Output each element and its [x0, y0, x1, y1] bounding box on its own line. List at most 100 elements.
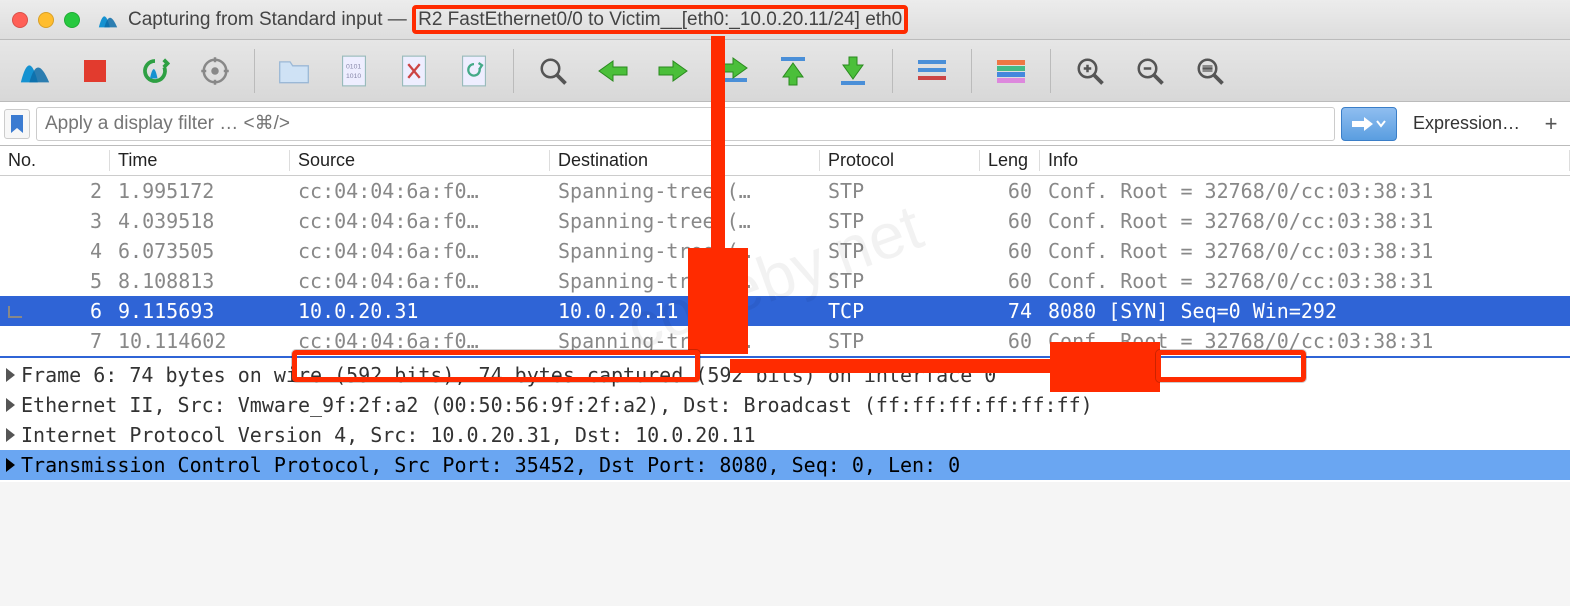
- detail-text: Internet Protocol Version 4, Src: 10.0.2…: [21, 423, 756, 447]
- packet-row[interactable]: 58.108813cc:04:04:6a:f0…Spanning-tree-(……: [0, 266, 1570, 296]
- colorize-packets-button[interactable]: [986, 46, 1036, 96]
- packet-list[interactable]: 21.995172cc:04:04:6a:f0…Spanning-tree-(……: [0, 176, 1570, 356]
- packet-row[interactable]: 21.995172cc:04:04:6a:f0…Spanning-tree-(……: [0, 176, 1570, 206]
- packet-destination: Spanning-tree-(…: [550, 239, 820, 263]
- packet-info-cell: Conf. Root = 32768/0/cc:03:38:31: [1040, 329, 1570, 353]
- packet-protocol: TCP: [820, 299, 980, 323]
- packet-destination: Spanning-tree-(…: [550, 269, 820, 293]
- packet-no: 7: [0, 329, 110, 353]
- zoom-out-button[interactable]: [1125, 46, 1175, 96]
- packet-info-cell: Conf. Root = 32768/0/cc:03:38:31: [1040, 209, 1570, 233]
- packet-time: 4.039518: [110, 209, 290, 233]
- packet-info: Conf. Root = 32768/0/cc:03:38:31: [1048, 269, 1433, 293]
- window-title: Capturing from Standard input — R2 FastE…: [128, 9, 908, 31]
- packet-info: Conf. Root = 32768/0/cc:03:38:31: [1048, 209, 1433, 233]
- find-packet-button[interactable]: [528, 46, 578, 96]
- toolbar-separator: [254, 49, 255, 93]
- packet-info-cell: Conf. Root = 32768/0/cc:03:38:31: [1040, 269, 1570, 293]
- column-protocol[interactable]: Protocol: [820, 150, 980, 171]
- column-destination[interactable]: Destination: [550, 150, 820, 171]
- column-no[interactable]: No.: [0, 150, 110, 171]
- packet-protocol: STP: [820, 239, 980, 263]
- packet-length: 60: [980, 269, 1040, 293]
- close-file-button[interactable]: [389, 46, 439, 96]
- packet-length: 60: [980, 329, 1040, 353]
- column-source[interactable]: Source: [290, 150, 550, 171]
- packet-row[interactable]: 710.114602cc:04:04:6a:f0…Spanning-tree-(…: [0, 326, 1570, 356]
- svg-text:0101: 0101: [346, 63, 361, 70]
- packet-source: cc:04:04:6a:f0…: [290, 239, 550, 263]
- packet-length: 60: [980, 179, 1040, 203]
- toolbar-separator: [892, 49, 893, 93]
- column-time[interactable]: Time: [110, 150, 290, 171]
- packet-row[interactable]: 69.11569310.0.20.3110.0.20.11TCP748080 […: [0, 296, 1570, 326]
- packet-details[interactable]: Frame 6: 74 bytes on wire (592 bits), 74…: [0, 358, 1570, 482]
- jump-to-packet-button[interactable]: [708, 46, 758, 96]
- go-forward-button[interactable]: [648, 46, 698, 96]
- save-file-button[interactable]: 01011010: [329, 46, 379, 96]
- packet-list-header: No. Time Source Destination Protocol Len…: [0, 146, 1570, 176]
- detail-frame[interactable]: Frame 6: 74 bytes on wire (592 bits), 74…: [0, 360, 1570, 390]
- detail-text: Transmission Control Protocol, Src Port:…: [21, 453, 960, 477]
- toolbar-separator: [1050, 49, 1051, 93]
- packet-destination: Spanning-tree-(…: [550, 209, 820, 233]
- packet-info-rest: Seq=0 Win=292: [1168, 299, 1337, 323]
- wireshark-app-icon: [96, 8, 120, 32]
- restart-capture-button[interactable]: [130, 46, 180, 96]
- packet-source: cc:04:04:6a:f0…: [290, 269, 550, 293]
- zoom-in-button[interactable]: [1065, 46, 1115, 96]
- packet-protocol: STP: [820, 269, 980, 293]
- go-first-button[interactable]: [768, 46, 818, 96]
- window-controls: [12, 12, 80, 28]
- minimize-window-button[interactable]: [38, 12, 54, 28]
- apply-filter-button[interactable]: [1341, 107, 1397, 141]
- column-info[interactable]: Info: [1040, 150, 1570, 171]
- stop-capture-button[interactable]: [70, 46, 120, 96]
- packet-destination: Spanning-tree-(…: [550, 179, 820, 203]
- go-last-button[interactable]: [828, 46, 878, 96]
- column-length[interactable]: Leng: [980, 150, 1040, 171]
- detail-text: Ethernet II, Src: Vmware_9f:2f:a2 (00:50…: [21, 393, 1093, 417]
- packet-source: cc:04:04:6a:f0…: [290, 329, 550, 353]
- packet-info-cell: Conf. Root = 32768/0/cc:03:38:31: [1040, 179, 1570, 203]
- display-filter-input[interactable]: [36, 107, 1335, 141]
- packet-length: 74: [980, 299, 1040, 323]
- packet-destination: Spanning-tree-(…: [550, 329, 820, 353]
- go-back-button[interactable]: [588, 46, 638, 96]
- packet-protocol: STP: [820, 209, 980, 233]
- toolbar-separator: [513, 49, 514, 93]
- zoom-reset-button[interactable]: [1185, 46, 1235, 96]
- packet-length: 60: [980, 209, 1040, 233]
- packet-time: 1.995172: [110, 179, 290, 203]
- filter-expression-button[interactable]: Expression…: [1403, 107, 1530, 141]
- capture-options-button[interactable]: [190, 46, 240, 96]
- packet-destination: 10.0.20.11: [550, 299, 820, 323]
- detail-ip[interactable]: Internet Protocol Version 4, Src: 10.0.2…: [0, 420, 1570, 450]
- close-window-button[interactable]: [12, 12, 28, 28]
- detail-ethernet[interactable]: Ethernet II, Src: Vmware_9f:2f:a2 (00:50…: [0, 390, 1570, 420]
- detail-tcp[interactable]: Transmission Control Protocol, Src Port:…: [0, 450, 1570, 480]
- packet-info: Conf. Root = 32768/0/cc:03:38:31: [1048, 329, 1433, 353]
- open-file-button[interactable]: [269, 46, 319, 96]
- start-capture-button[interactable]: [10, 46, 60, 96]
- title-capture-target: R2 FastEthernet0/0 to Victim__[eth0:_10.…: [412, 5, 908, 34]
- packet-no: 3: [0, 209, 110, 233]
- packet-protocol: STP: [820, 179, 980, 203]
- packet-time: 8.108813: [110, 269, 290, 293]
- packet-length: 60: [980, 239, 1040, 263]
- maximize-window-button[interactable]: [64, 12, 80, 28]
- reload-file-button[interactable]: [449, 46, 499, 96]
- packet-time: 10.114602: [110, 329, 290, 353]
- packet-no: 2: [0, 179, 110, 203]
- packet-row[interactable]: 46.073505cc:04:04:6a:f0…Spanning-tree-(……: [0, 236, 1570, 266]
- expand-icon: [6, 368, 15, 382]
- packet-row[interactable]: 34.039518cc:04:04:6a:f0…Spanning-tree-(……: [0, 206, 1570, 236]
- packet-protocol: STP: [820, 329, 980, 353]
- packet-info: Conf. Root = 32768/0/cc:03:38:31: [1048, 179, 1433, 203]
- expand-icon: [6, 458, 15, 472]
- filter-add-button[interactable]: +: [1536, 107, 1566, 141]
- auto-scroll-button[interactable]: [907, 46, 957, 96]
- packet-source: 10.0.20.31: [290, 299, 550, 323]
- filter-bookmark-button[interactable]: [4, 109, 30, 139]
- packet-info-cell: Conf. Root = 32768/0/cc:03:38:31: [1040, 239, 1570, 263]
